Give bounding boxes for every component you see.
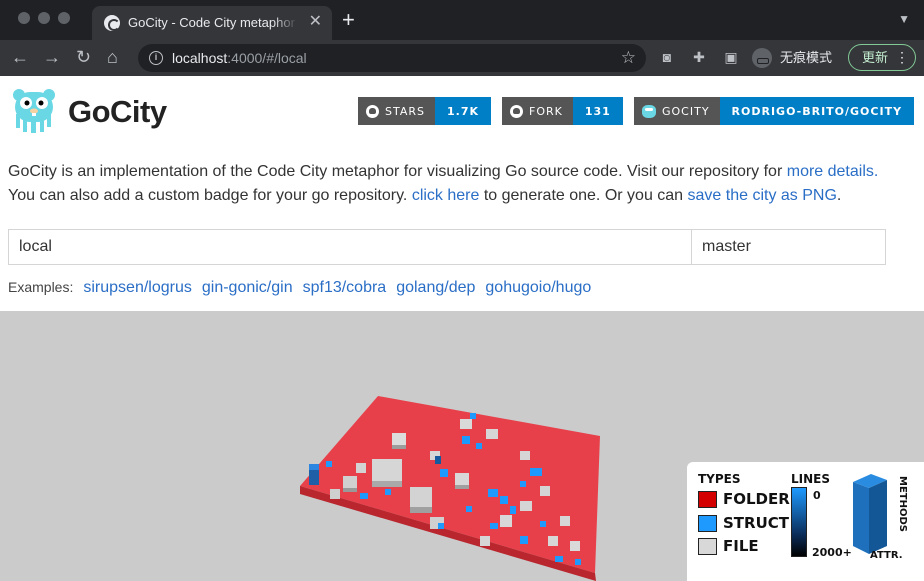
forward-arrow-icon[interactable]: → [43,47,61,67]
description-text: to generate one. Or you can [479,187,688,204]
lines-gradient-bar [791,487,807,557]
save-png-link[interactable]: save the city as PNG [688,187,837,204]
page-content: GoCity STARS 1.7K FORK 131 GOCITY RODRIG… [0,76,924,581]
attr-label: ATTR. [870,550,903,561]
close-window-button[interactable] [18,12,30,24]
reading-list-icon[interactable]: ▣ [723,49,739,65]
description-text: GoCity is an implementation of the Code … [8,163,787,180]
browser-titlebar: GoCity - Code City metaphor for visualiz… [0,0,924,40]
tab-title: GoCity - Code City metaphor for visualiz… [128,15,298,30]
minimize-window-button[interactable] [38,12,50,24]
attr-methods-box-icon [853,474,887,554]
lines-title: LINES [791,472,830,486]
bookmark-star-icon[interactable]: ☆ [621,48,636,68]
types-title: TYPES [698,472,741,486]
city-canvas[interactable]: TYPES LINES FOLDER STRUCT FILE 0 2000+ A… [0,311,924,581]
back-arrow-icon[interactable]: ← [11,47,29,67]
example-link[interactable]: spf13/cobra [303,279,387,297]
browser-toolbar: ← → ↻ ⌂ i localhost:4000/#/local ☆ ◙ ✚ ▣… [0,40,924,76]
file-label: FILE [723,537,759,555]
incognito-icon [752,48,772,68]
legend-folder: FOLDER [698,490,790,508]
examples-list: Examples: sirupsen/logrus gin-gonic/gin … [8,279,591,297]
examples-label: Examples: [8,279,74,295]
description-text: You can also add a custom badge for your… [8,187,412,204]
tab-close-icon[interactable]: ✕ [309,13,322,31]
gopher-icon [642,104,656,118]
badge-label: GOCITY [662,104,710,118]
description-text: . [836,187,842,204]
description: GoCity is an implementation of the Code … [8,160,918,208]
gocity-badge[interactable]: GOCITY RODRIGO-BRITO/GOCITY [634,97,915,125]
fork-badge[interactable]: FORK 131 [502,97,623,125]
badge-value: 131 [572,97,623,125]
lines-max: 2000+ [812,546,852,559]
badge-value: RODRIGO-BRITO/GOCITY [719,97,915,125]
camera-icon[interactable]: ◙ [659,49,675,65]
example-link[interactable]: gohugoio/hugo [485,279,591,297]
tab-search-chevron-icon[interactable]: ▼ [898,12,910,26]
folder-label: FOLDER [723,490,790,508]
lines-min: 0 [813,489,821,502]
branch-input[interactable]: master [691,229,886,265]
more-details-link[interactable]: more details. [787,163,879,180]
legend-panel: TYPES LINES FOLDER STRUCT FILE 0 2000+ A… [687,462,924,581]
folder-swatch [698,490,717,508]
struct-swatch [698,514,717,532]
badge-value: 1.7K [435,97,492,125]
badge-label: FORK [529,104,563,118]
zoom-window-button[interactable] [58,12,70,24]
incognito-indicator[interactable]: 无痕模式 [750,45,832,71]
legend-file: FILE [698,537,759,555]
badge-generator-link[interactable]: click here [412,187,480,204]
methods-label: METHODS [897,476,908,532]
example-link[interactable]: gin-gonic/gin [202,279,293,297]
reload-icon[interactable]: ↻ [76,47,91,67]
legend-struct: STRUCT [698,514,789,532]
url-text[interactable]: localhost:4000/#/local [172,50,307,66]
update-button[interactable]: 更新 ⋮ [848,44,916,71]
address-bar[interactable]: i localhost:4000/#/local ☆ [138,44,646,72]
stars-badge[interactable]: STARS 1.7K [358,97,492,125]
browser-tab[interactable]: GoCity - Code City metaphor for visualiz… [92,6,332,40]
brand-title: GoCity [68,94,167,129]
incognito-label: 无痕模式 [780,50,833,65]
extensions-puzzle-icon[interactable]: ✚ [691,49,707,65]
badge-label: STARS [385,104,425,118]
github-icon [366,104,379,118]
site-info-icon[interactable]: i [149,51,163,65]
repository-input[interactable]: local [8,229,692,265]
example-link[interactable]: sirupsen/logrus [83,279,192,297]
file-swatch [698,537,717,555]
home-icon[interactable]: ⌂ [107,47,118,67]
github-icon [510,104,523,118]
new-tab-button[interactable]: + [342,9,355,31]
gocity-logo-icon [13,89,55,133]
tab-favicon-icon [104,15,120,31]
example-link[interactable]: golang/dep [396,279,475,297]
more-menu-icon[interactable]: ⋮ [895,45,909,70]
struct-label: STRUCT [723,514,790,532]
update-label: 更新 [862,50,889,65]
